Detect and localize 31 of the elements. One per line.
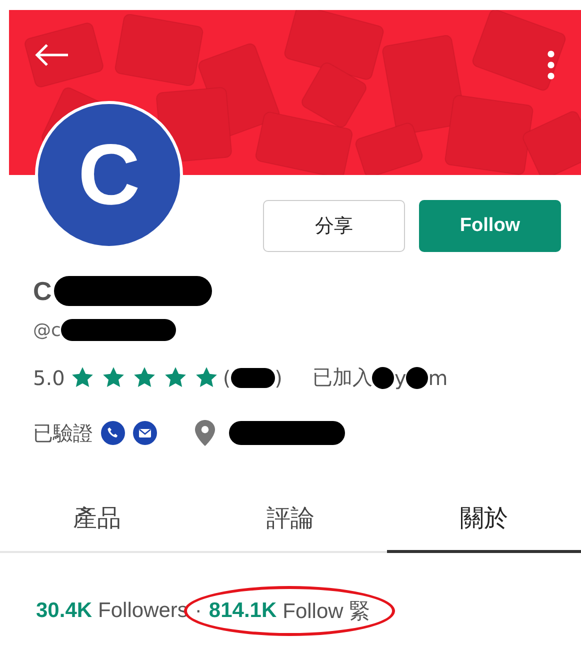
share-button[interactable]: 分享: [263, 200, 405, 252]
joined-date-text: y: [394, 366, 406, 390]
star-icon: [162, 365, 188, 390]
redaction-mark: [230, 368, 275, 388]
more-icon[interactable]: [547, 50, 555, 80]
verified-label: 已驗證: [33, 420, 93, 446]
paren-text: ): [274, 366, 282, 390]
rating-value: 5.0: [33, 366, 65, 390]
back-arrow-icon[interactable]: [34, 43, 70, 67]
star-icon: [70, 365, 95, 390]
redaction-mark: [372, 366, 394, 388]
star-icon: [100, 365, 126, 390]
joined-label: 已加入: [312, 364, 372, 391]
redaction-mark: [406, 366, 428, 388]
joined-date-text: m: [428, 366, 448, 390]
stat-count: 814.1K: [208, 599, 277, 623]
location-pin-icon: [195, 420, 215, 446]
tab[interactable]: 評論: [194, 485, 388, 553]
follow-button[interactable]: Follow: [419, 200, 561, 252]
stat-label: Follow 緊: [282, 599, 370, 625]
paren-text: (: [222, 366, 231, 390]
star-icon: [132, 365, 157, 390]
profile-handle: @c: [33, 320, 61, 340]
phone-icon: [101, 421, 125, 445]
separator-dot: ·: [194, 599, 202, 623]
stat-count: 30.4K: [36, 599, 92, 623]
tab[interactable]: 產品: [0, 485, 194, 553]
mail-icon: [133, 421, 157, 445]
star-icon: [194, 365, 219, 390]
profile-name: C: [33, 276, 52, 306]
tab[interactable]: 關於: [387, 485, 581, 553]
